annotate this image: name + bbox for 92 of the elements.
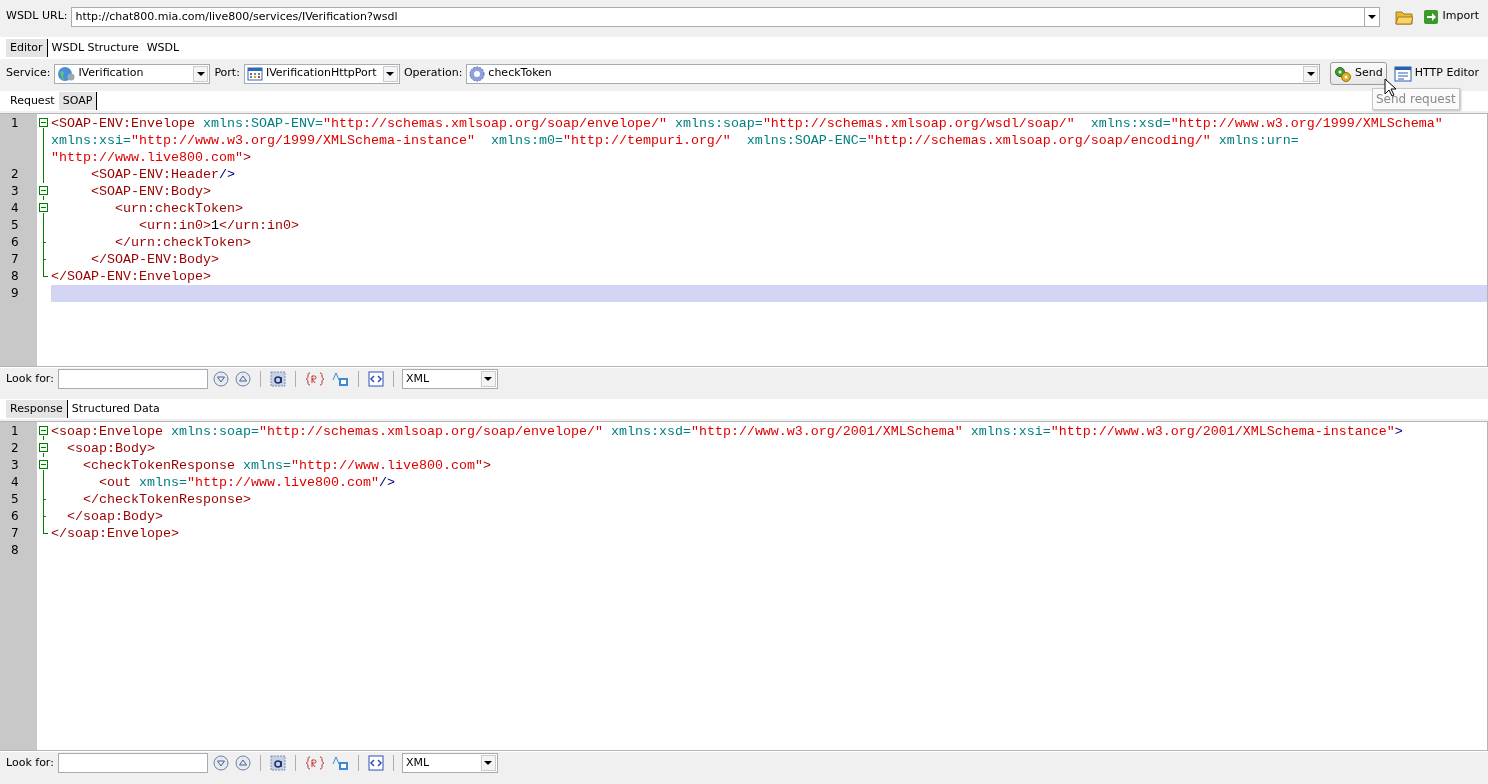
- line-number: 2: [10, 166, 19, 183]
- code-line: </soap:Body>: [66, 508, 164, 525]
- tab[interactable]: Response: [6, 400, 68, 418]
- match-case-button[interactable]: [268, 754, 287, 772]
- tab[interactable]: WSDL: [142, 39, 184, 57]
- service-dropdown[interactable]: IVerification: [54, 63, 211, 84]
- tab[interactable]: WSDL Structure: [47, 39, 143, 57]
- search-field[interactable]: [57, 753, 208, 773]
- look-for-label: Look for:: [6, 754, 54, 771]
- look-for-label: Look for:: [6, 370, 54, 387]
- port-dropdown[interactable]: IVerificationHttpPort: [243, 63, 400, 84]
- tag-brackets-icon: [367, 755, 384, 771]
- code-line: <soap:Body>: [66, 440, 156, 457]
- line-number: 1: [10, 115, 19, 132]
- caret-icon: [1303, 65, 1319, 82]
- match-case-icon: [269, 371, 286, 387]
- caret-icon[interactable]: [1365, 6, 1381, 27]
- code-line: </soap:Envelope>: [51, 525, 180, 542]
- line-number: 4: [10, 474, 19, 491]
- tab[interactable]: Request: [6, 92, 59, 110]
- fold-toggle-icon[interactable]: [39, 118, 48, 127]
- operation-dropdown[interactable]: checkToken: [466, 63, 1321, 84]
- tab[interactable]: Editor: [6, 39, 48, 57]
- url-field[interactable]: http://chat800.mia.com/live800/services/IVerification?wsdl: [71, 6, 1366, 27]
- gear-icon: [469, 65, 486, 82]
- code-line: <checkTokenResponse xmlns="http://www.live800.com">: [82, 457, 492, 474]
- format-dropdown[interactable]: XML: [401, 369, 498, 389]
- line-number: 3: [10, 183, 19, 200]
- line-number: 7: [10, 251, 19, 268]
- line-number: 2: [10, 440, 19, 457]
- replace-button[interactable]: [329, 370, 350, 388]
- up-arrow-button[interactable]: [233, 754, 252, 772]
- caret-icon: [480, 755, 496, 771]
- caret-icon: [480, 371, 496, 387]
- code-line: <SOAP-ENV:Envelope xmlns:SOAP-ENV="http://schemas.xmlsoap.org/soap/envelope/" xmlns:soap="http://schemas.xmlsoap.org/wsdl/soap/" xmlns:xsd="http://www.w3.org/1999/XMLSchema": [51, 115, 1444, 132]
- up-arrow-button[interactable]: [233, 370, 252, 388]
- caret-icon: [382, 65, 398, 82]
- match-case-button[interactable]: [268, 370, 287, 388]
- tooltip: Send request: [1372, 88, 1460, 110]
- code-line: </urn:checkToken>: [114, 234, 252, 251]
- gears-icon: [1334, 65, 1353, 82]
- format-dropdown[interactable]: XML: [401, 753, 498, 773]
- import-button[interactable]: Import: [1420, 6, 1482, 27]
- line-number: 1: [10, 423, 19, 440]
- service-label: Service:: [6, 65, 51, 82]
- code-line: <out xmlns="http://www.live800.com"/>: [98, 474, 396, 491]
- replace-icon: [330, 755, 349, 771]
- window-icon: [1393, 65, 1412, 82]
- line-number: 8: [10, 542, 19, 559]
- down-arrow-button[interactable]: [211, 754, 230, 772]
- line-number: 5: [10, 491, 19, 508]
- line-number: 9: [10, 285, 19, 302]
- url-label: WSDL URL:: [6, 8, 68, 25]
- caret-icon: [193, 65, 209, 82]
- tab[interactable]: Structured Data: [67, 400, 164, 418]
- grid-icon: [246, 65, 263, 82]
- code-line: <soap:Envelope xmlns:soap="http://schemas.xmlsoap.org/soap/envelope/" xmlns:xsd="http://www.w3.org/2001/XMLSchema" xmlns:xsi="http://www.w3.org/2001/XMLSchema-instance">: [51, 423, 1404, 440]
- port-label: Port:: [214, 65, 240, 82]
- code-line: <SOAP-ENV:Body>: [90, 183, 212, 200]
- code-line: <SOAP-ENV:Header/>: [90, 166, 236, 183]
- code-line: </checkTokenResponse>: [82, 491, 252, 508]
- line-number: 7: [10, 525, 19, 542]
- search-field[interactable]: [57, 369, 208, 389]
- code-line: </SOAP-ENV:Envelope>: [51, 268, 212, 285]
- globe-icon: [57, 65, 76, 82]
- tag-brackets-button[interactable]: [366, 370, 385, 388]
- line-number: 5: [10, 217, 19, 234]
- code-line: <urn:checkToken>: [114, 200, 244, 217]
- regex-button[interactable]: [303, 370, 326, 388]
- tag-brackets-icon: [367, 371, 384, 387]
- replace-icon: [330, 371, 349, 387]
- line-number: 6: [10, 234, 19, 251]
- code-line: xmlns:xsi="http://www.w3.org/1999/XMLSchema-instance" xmlns:m0="http://tempuri.org/" xmlns:SOAP-ENC="http://schemas.xmlsoap.org/soap/encoding/" xmlns:urn=: [51, 132, 1300, 149]
- line-number: 3: [10, 457, 19, 474]
- folder-icon: [1395, 8, 1414, 25]
- line-number: 4: [10, 200, 19, 217]
- send-button[interactable]: Send: [1330, 62, 1387, 85]
- tab[interactable]: SOAP: [58, 92, 98, 110]
- line-number: 8: [10, 268, 19, 285]
- match-case-icon: [269, 755, 286, 771]
- regex-icon: [304, 371, 325, 387]
- regex-icon: [304, 755, 325, 771]
- tag-brackets-button[interactable]: [366, 754, 385, 772]
- down-arrow-button[interactable]: [211, 370, 230, 388]
- replace-button[interactable]: [329, 754, 350, 772]
- line-number: 6: [10, 508, 19, 525]
- code-line: "http://www.live800.com">: [51, 149, 252, 166]
- regex-button[interactable]: [303, 754, 326, 772]
- http-editor-button[interactable]: HTTP Editor: [1390, 63, 1482, 84]
- code-line: <urn:in0>1</urn:in0>: [137, 217, 300, 234]
- code-line: </SOAP-ENV:Body>: [90, 251, 220, 268]
- operation-label: Operation:: [403, 65, 463, 82]
